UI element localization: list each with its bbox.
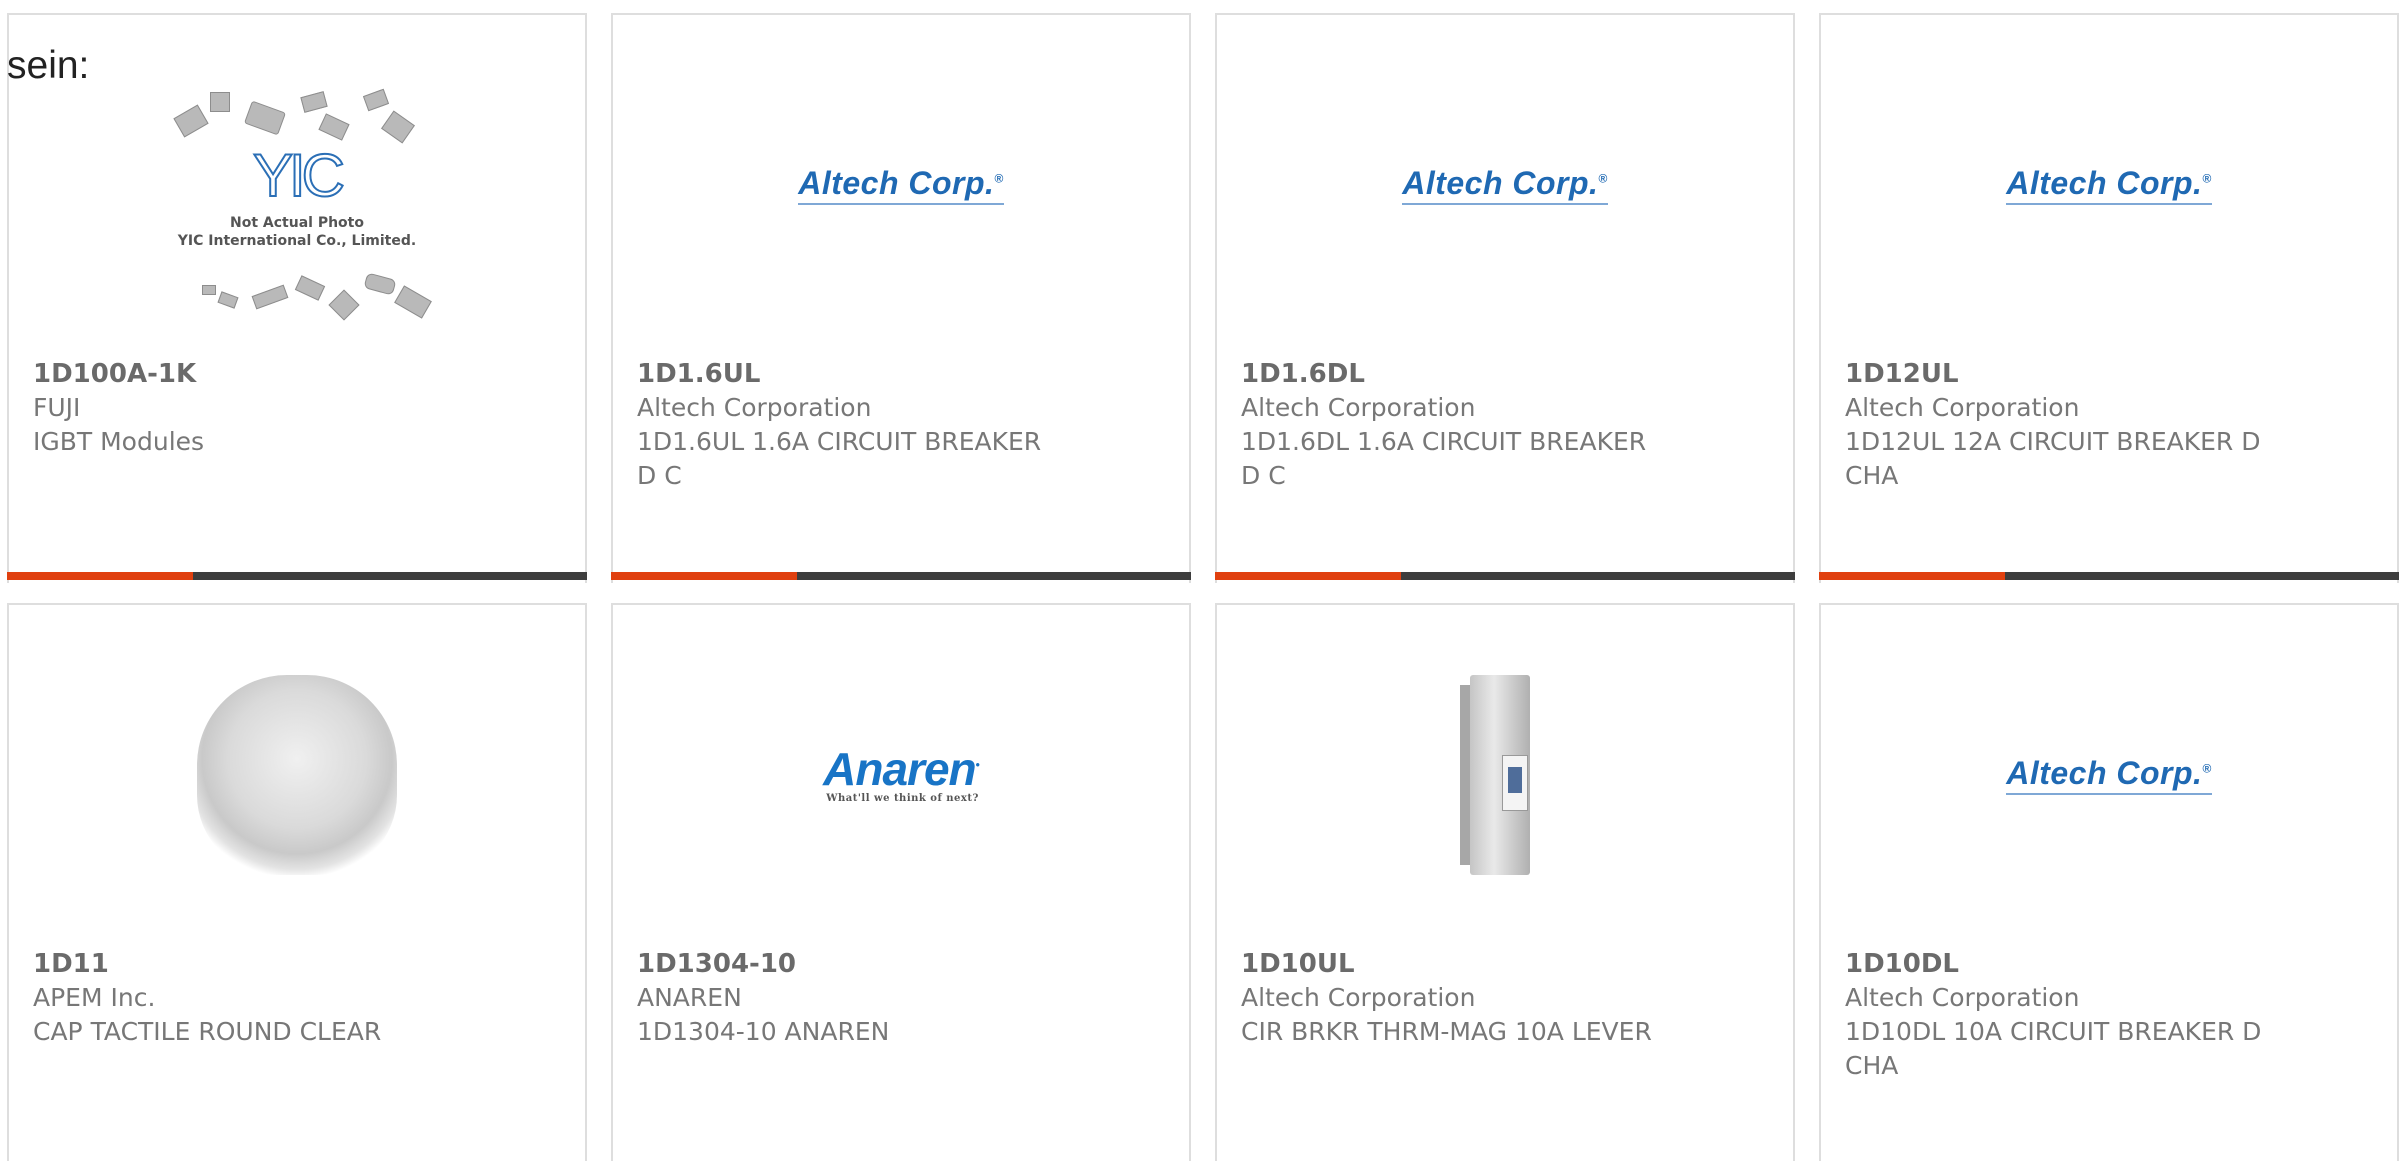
part-number[interactable]: 1D100A-1K xyxy=(33,357,565,391)
part-number[interactable]: 1D1.6UL xyxy=(637,357,1169,391)
manufacturer: Altech Corporation xyxy=(1845,983,2080,1012)
product-image[interactable]: YIC Not Actual Photo YIC International C… xyxy=(9,15,585,355)
product-info: 1D1.6UL Altech Corporation 1D1.6UL 1.6A … xyxy=(637,357,1169,493)
chip-icon xyxy=(210,92,230,112)
chip-icon xyxy=(328,289,360,321)
card-hover-bar xyxy=(7,572,587,580)
product-card[interactable]: Altech Corp.® 1D1.6UL Altech Corporation… xyxy=(611,13,1191,583)
product-card[interactable]: 1D10UL Altech Corporation CIR BRKR THRM-… xyxy=(1215,603,1795,1161)
altech-logo: Altech Corp.® xyxy=(2006,165,2212,205)
product-image[interactable] xyxy=(9,605,585,945)
product-card[interactable]: Anaren• What'll we think of next? 1D1304… xyxy=(611,603,1191,1161)
tactile-cap-photo xyxy=(197,675,397,875)
part-number[interactable]: 1D1.6DL xyxy=(1241,357,1773,391)
chip-icon xyxy=(394,285,432,319)
part-number[interactable]: 1D10UL xyxy=(1241,947,1773,981)
product-info: 1D10UL Altech Corporation CIR BRKR THRM-… xyxy=(1241,947,1773,1049)
product-grid: YIC Not Actual Photo YIC International C… xyxy=(0,0,2400,1161)
product-info: 1D100A-1K FUJI IGBT Modules xyxy=(33,357,565,459)
card-hover-bar xyxy=(611,572,1191,580)
altech-logo: Altech Corp.® xyxy=(2006,755,2212,795)
chip-icon xyxy=(202,285,216,295)
truncated-heading-fragment: sein: xyxy=(7,44,90,87)
altech-logo: Altech Corp.® xyxy=(1402,165,1608,205)
card-hover-bar-fill xyxy=(1215,572,1401,580)
product-card[interactable]: Altech Corp.® 1D10DL Altech Corporation … xyxy=(1819,603,2399,1161)
product-image[interactable]: Altech Corp.® xyxy=(1217,15,1793,355)
card-hover-bar xyxy=(1215,572,1795,580)
anaren-logo: Anaren• What'll we think of next? xyxy=(823,743,980,804)
chip-icon xyxy=(362,88,390,112)
description: 1D1.6UL 1.6A CIRCUIT BREAKER D C xyxy=(637,427,1042,490)
chip-icon xyxy=(294,275,326,301)
manufacturer: ANAREN xyxy=(637,983,742,1012)
product-image[interactable]: Altech Corp.® xyxy=(1821,15,2397,355)
product-info: 1D11 APEM Inc. CAP TACTILE ROUND CLEAR xyxy=(33,947,565,1049)
circuit-breaker-photo xyxy=(1460,675,1550,875)
part-number[interactable]: 1D1304-10 xyxy=(637,947,1169,981)
manufacturer: Altech Corporation xyxy=(1241,983,1476,1012)
description: 1D10DL 10A CIRCUIT BREAKER D CHA xyxy=(1845,1017,2262,1080)
description: CIR BRKR THRM-MAG 10A LEVER xyxy=(1241,1017,1652,1046)
part-number[interactable]: 1D10DL xyxy=(1845,947,2377,981)
description: 1D1.6DL 1.6A CIRCUIT BREAKER D C xyxy=(1241,427,1647,490)
product-info: 1D1304-10 ANAREN 1D1304-10 ANAREN xyxy=(637,947,1169,1049)
product-info: 1D10DL Altech Corporation 1D10DL 10A CIR… xyxy=(1845,947,2377,1083)
chip-icon xyxy=(217,291,239,309)
manufacturer: Altech Corporation xyxy=(1241,393,1476,422)
product-card[interactable]: 1D11 APEM Inc. CAP TACTILE ROUND CLEAR xyxy=(7,603,587,1161)
chip-icon xyxy=(243,100,287,136)
chip-icon xyxy=(381,110,415,144)
description: 1D12UL 12A CIRCUIT BREAKER D CHA xyxy=(1845,427,2261,490)
description: IGBT Modules xyxy=(33,427,205,456)
product-image[interactable] xyxy=(1217,605,1793,945)
product-info: 1D1.6DL Altech Corporation 1D1.6DL 1.6A … xyxy=(1241,357,1773,493)
card-hover-bar-fill xyxy=(611,572,797,580)
chip-icon xyxy=(318,113,350,141)
not-actual-photo-placeholder: YIC Not Actual Photo YIC International C… xyxy=(147,80,447,330)
part-number[interactable]: 1D12UL xyxy=(1845,357,2377,391)
chip-icon xyxy=(251,284,289,310)
manufacturer: FUJI xyxy=(33,393,81,422)
product-info: 1D12UL Altech Corporation 1D12UL 12A CIR… xyxy=(1845,357,2377,493)
altech-logo: Altech Corp.® xyxy=(798,165,1004,205)
yic-logo: YIC xyxy=(252,142,346,209)
chip-icon xyxy=(173,104,209,138)
product-image[interactable]: Anaren• What'll we think of next? xyxy=(613,605,1189,945)
product-image[interactable]: Altech Corp.® xyxy=(613,15,1189,355)
product-card[interactable]: Altech Corp.® 1D1.6DL Altech Corporation… xyxy=(1215,13,1795,583)
card-hover-bar xyxy=(1819,572,2399,580)
card-hover-bar-fill xyxy=(1819,572,2005,580)
chip-icon xyxy=(363,272,397,296)
placeholder-note: Not Actual Photo YIC International Co., … xyxy=(177,215,417,249)
product-card[interactable]: Altech Corp.® 1D12UL Altech Corporation … xyxy=(1819,13,2399,583)
manufacturer: APEM Inc. xyxy=(33,983,156,1012)
description: CAP TACTILE ROUND CLEAR xyxy=(33,1017,382,1046)
manufacturer: Altech Corporation xyxy=(637,393,872,422)
card-hover-bar-fill xyxy=(7,572,193,580)
part-number[interactable]: 1D11 xyxy=(33,947,565,981)
chip-icon xyxy=(300,91,328,113)
product-grid-page: sein: YIC Not Actual Photo YIC Internati… xyxy=(0,0,2400,1161)
manufacturer: Altech Corporation xyxy=(1845,393,2080,422)
product-image[interactable]: Altech Corp.® xyxy=(1821,605,2397,945)
product-card[interactable]: YIC Not Actual Photo YIC International C… xyxy=(7,13,587,583)
description: 1D1304-10 ANAREN xyxy=(637,1017,890,1046)
